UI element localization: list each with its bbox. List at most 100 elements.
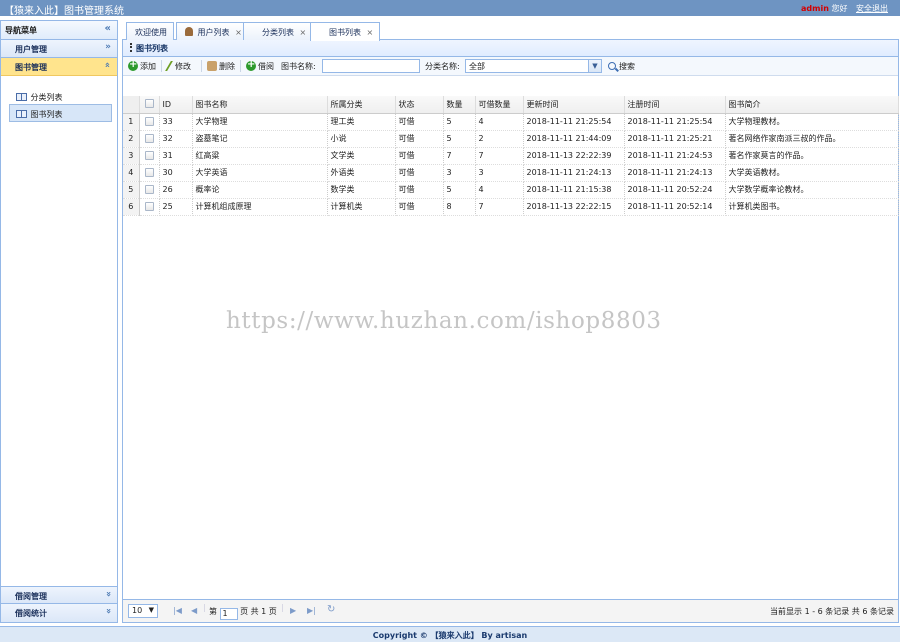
toolbar-divider <box>161 60 162 72</box>
cell-id: 25 <box>159 198 193 216</box>
tab-welcome[interactable]: 欢迎使用 <box>126 22 174 41</box>
column-header[interactable]: ID <box>159 96 193 114</box>
logout-link[interactable]: 安全退出 <box>856 4 888 13</box>
sidebar-item-category-list[interactable]: 分类列表 <box>9 87 112 105</box>
cell-name: 红高粱 <box>192 147 328 165</box>
row-number: 4 <box>123 164 140 182</box>
add-button[interactable]: 添加 <box>128 59 156 72</box>
cell-registered: 2018-11-11 20:52:14 <box>624 198 726 216</box>
cell-category: 外语类 <box>327 164 396 182</box>
row-checkbox-cell[interactable] <box>139 130 160 148</box>
user-icon <box>185 27 193 36</box>
close-icon[interactable]: × <box>367 28 374 37</box>
close-icon[interactable]: × <box>235 28 242 37</box>
delete-button[interactable]: 删除 <box>207 61 235 72</box>
row-checkbox-cell[interactable] <box>139 113 160 131</box>
double-chevron-down-icon[interactable]: » <box>103 591 113 597</box>
next-page-icon[interactable]: ▶ <box>290 606 296 615</box>
prev-page-icon[interactable]: ◀ <box>191 606 197 615</box>
page-number-input[interactable]: 1 <box>219 608 238 620</box>
checkbox[interactable] <box>144 116 154 126</box>
checkbox[interactable] <box>144 167 154 177</box>
footer: Copyright © 【猿来入此】 By artisan <box>0 626 900 642</box>
table-row[interactable]: 6 25 计算机组成原理 计算机类 可借 8 7 2018-11-13 22:22:15 201… <box>123 198 899 216</box>
row-checkbox-cell[interactable] <box>139 147 160 165</box>
column-header[interactable]: 图书简介 <box>725 96 899 114</box>
close-icon[interactable]: × <box>300 28 307 37</box>
cell-intro: 著名网络作家南派三叔的作品。 <box>725 130 899 148</box>
sidebar-group-stats[interactable]: 借阅统计 » <box>1 604 117 622</box>
chevron-down-icon[interactable]: ▼ <box>588 60 601 72</box>
column-header[interactable]: 注册时间 <box>624 96 726 114</box>
sidebar-group-label: 图书管理 <box>15 63 47 72</box>
row-checkbox-cell[interactable] <box>139 198 160 216</box>
checkbox[interactable] <box>144 184 154 194</box>
category-select[interactable]: 全部 ▼ <box>465 59 602 73</box>
checkbox[interactable] <box>144 201 154 211</box>
book-name-label: 图书名称: <box>281 62 316 71</box>
sidebar: 导航菜单 « 用户管理 » 图书管理 » 分类列表 图书列表 借阅管理 » 借阅… <box>0 20 118 623</box>
cell-status: 可借 <box>395 198 444 216</box>
table-row[interactable]: 1 33 大学物理 理工类 可借 5 4 2018-11-11 21:25:54 2018-11… <box>123 113 899 131</box>
cell-name: 概率论 <box>192 181 328 199</box>
table-row[interactable]: 4 30 大学英语 外语类 可借 3 3 2018-11-11 21:24:13 2018-11… <box>123 164 899 182</box>
cell-intro: 计算机类图书。 <box>725 198 899 216</box>
sidebar-group-users[interactable]: 用户管理 » <box>1 40 117 58</box>
search-button[interactable]: 搜索 <box>608 61 635 72</box>
column-header[interactable]: 状态 <box>395 96 444 114</box>
cell-category: 数学类 <box>327 181 396 199</box>
cell-updated: 2018-11-11 21:44:09 <box>523 130 625 148</box>
cell-id: 26 <box>159 181 193 199</box>
cell-id: 33 <box>159 113 193 131</box>
tab-category-list[interactable]: 分类列表 × <box>243 22 314 41</box>
column-header[interactable]: 更新时间 <box>523 96 625 114</box>
cell-qty: 7 <box>443 147 476 165</box>
add-label: 添加 <box>140 62 156 71</box>
table-row[interactable]: 2 32 盗墓笔记 小说 可借 5 2 2018-11-11 21:44:09 2018-11-… <box>123 130 899 148</box>
row-checkbox-cell[interactable] <box>139 164 160 182</box>
cell-qty: 5 <box>443 130 476 148</box>
tab-bar: 欢迎使用 用户列表 × 分类列表 × 图书列表 × <box>122 20 899 41</box>
cell-avail: 4 <box>475 181 524 199</box>
tab-book-list[interactable]: 图书列表 × <box>310 22 381 41</box>
double-chevron-left-icon[interactable]: « <box>105 23 111 34</box>
sidebar-item-book-list[interactable]: 图书列表 <box>9 104 112 122</box>
column-header[interactable]: 图书名称 <box>192 96 328 114</box>
page-size-select[interactable]: 10 ▼ <box>128 604 158 618</box>
select-all-checkbox[interactable] <box>139 96 160 114</box>
checkbox[interactable] <box>144 133 154 143</box>
last-page-icon[interactable]: ▶| <box>307 606 316 615</box>
double-chevron-down-icon[interactable]: » <box>105 42 111 52</box>
cell-id: 32 <box>159 130 193 148</box>
borrow-button[interactable]: 借阅 <box>246 59 274 72</box>
checkbox[interactable] <box>144 150 154 160</box>
table-row[interactable]: 3 31 红高粱 文学类 可借 7 7 2018-11-13 22:22:39 2018-11-… <box>123 147 899 165</box>
search-label: 搜索 <box>619 62 635 71</box>
cell-updated: 2018-11-11 21:24:13 <box>523 164 625 182</box>
sidebar-group-label: 借阅统计 <box>15 609 47 618</box>
edit-button[interactable]: 修改 <box>165 61 191 72</box>
page-size-value: 10 <box>132 606 143 615</box>
book-name-input[interactable] <box>322 59 420 73</box>
refresh-icon[interactable]: ↻ <box>327 604 335 615</box>
first-page-icon[interactable]: |◀ <box>173 606 182 615</box>
column-header[interactable]: 可借数量 <box>475 96 524 114</box>
panel-header: 图书列表 <box>123 40 898 57</box>
column-header[interactable]: 数量 <box>443 96 476 114</box>
row-checkbox-cell[interactable] <box>139 181 160 199</box>
sidebar-item-label: 图书列表 <box>30 110 63 119</box>
table-row[interactable]: 5 26 概率论 数学类 可借 5 4 2018-11-11 21:15:38 2018-11-… <box>123 181 899 199</box>
app-title: 【猿来入此】图书管理系统 <box>4 6 124 17</box>
cell-status: 可借 <box>395 147 444 165</box>
row-number: 1 <box>123 113 140 131</box>
tab-user-list[interactable]: 用户列表 × <box>176 22 249 41</box>
sidebar-group-borrow[interactable]: 借阅管理 » <box>1 586 117 604</box>
sidebar-title: 导航菜单 <box>5 26 37 35</box>
column-header[interactable]: 所属分类 <box>327 96 396 114</box>
double-chevron-up-icon[interactable]: » <box>103 62 113 68</box>
sidebar-group-books[interactable]: 图书管理 » <box>1 58 117 76</box>
cell-name: 大学英语 <box>192 164 328 182</box>
caret-down-icon: ▼ <box>148 606 154 614</box>
checkbox[interactable] <box>144 99 154 109</box>
double-chevron-down-icon[interactable]: » <box>103 608 113 614</box>
